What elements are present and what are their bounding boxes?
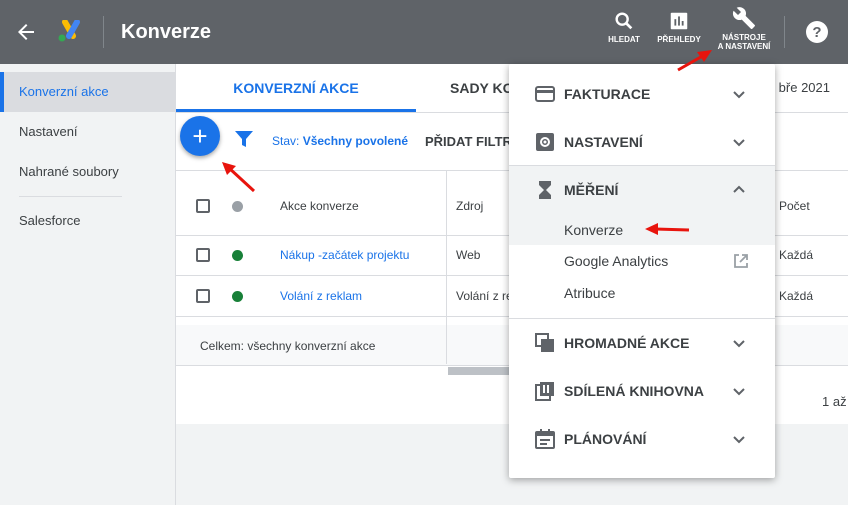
conversion-link[interactable]: Volání z reklam [280,289,362,303]
search-button[interactable]: HLEDAT [606,10,642,44]
hourglass-icon [539,181,551,199]
top-bar: Konverze HLEDAT PŘEHLEDY NÁSTROJE A NAST… [0,0,848,64]
page-title: Konverze [121,21,212,43]
toolbar-divider [784,16,785,48]
menu-bulk-actions-label: HROMADNÉ AKCE [564,335,690,351]
chevron-up-icon [733,185,745,193]
column-divider [446,170,447,364]
tab-conversion-actions[interactable]: KONVERZNÍ AKCE [176,64,416,112]
pagination-text: 1 až [822,394,847,409]
wrench-icon [732,7,755,29]
header-action[interactable]: Akce konverze [280,199,359,213]
bar-chart-icon [670,12,688,30]
search-icon [615,12,633,30]
header-count[interactable]: Počet [779,199,810,213]
add-filter-button[interactable]: PŘIDAT FILTR [425,134,512,149]
reports-button[interactable]: PŘEHLEDY [656,10,702,44]
help-icon[interactable]: ? [805,20,829,44]
count-cell: Každá [779,248,814,262]
sidebar-item-uploads[interactable]: Nahrané soubory [0,152,175,192]
filter-prefix: Stav: [272,134,303,148]
tools-settings-button[interactable]: NÁSTROJE A NASTAVENÍ [712,6,776,51]
header-divider [103,16,104,48]
menu-planning-label: PLÁNOVÁNÍ [564,431,647,447]
status-dot [232,291,243,302]
sidebar-item-salesforce[interactable]: Salesforce [0,201,175,241]
calendar-icon [535,429,555,449]
tab-conversion-sets[interactable]: SADY KO [450,64,514,112]
menu-billing-label: FAKTURACE [564,86,651,102]
menu-item-attribution[interactable]: Atribuce [564,285,615,301]
row-checkbox[interactable] [196,289,210,303]
menu-item-google-analytics[interactable]: Google Analytics [564,253,668,269]
tools-menu: FAKTURACE NASTAVENÍ MĚŘENÍ Konverze Goog… [509,64,775,478]
chevron-down-icon [733,91,745,99]
menu-billing[interactable]: FAKTURACE [509,70,775,118]
add-conversion-button[interactable]: + [180,116,220,156]
chevron-down-icon [733,139,745,147]
menu-item-conversions[interactable]: Konverze [564,222,623,238]
library-icon [535,382,554,401]
sidebar-divider [19,196,122,197]
sidebar: Konverzní akce Nastavení Nahrané soubory… [0,64,176,505]
status-header-dot [232,201,243,212]
tools-label-line1: NÁSTROJE [722,33,766,42]
chevron-down-icon [733,436,745,444]
date-range[interactable]: bře 2021 [779,80,830,95]
svg-text:?: ? [812,24,821,41]
back-arrow-icon[interactable] [14,20,38,44]
menu-measurement-label: MĚŘENÍ [564,182,619,198]
header-source[interactable]: Zdroj [456,199,483,213]
sidebar-item-settings[interactable]: Nastavení [0,112,175,152]
copy-icon [535,333,554,352]
menu-settings[interactable]: NASTAVENÍ [509,118,775,166]
menu-planning[interactable]: PLÁNOVÁNÍ [509,415,775,463]
menu-settings-label: NASTAVENÍ [564,134,643,150]
source-cell: Volání z re [456,289,513,303]
filter-icon[interactable] [234,130,254,148]
select-all-checkbox[interactable] [196,199,210,213]
search-label: HLEDAT [608,35,640,44]
menu-shared-library-label: SDÍLENÁ KNIHOVNA [564,383,705,399]
source-cell: Web [456,248,481,262]
conversion-link[interactable]: Nákup -začátek projektu [280,248,409,262]
total-label: Celkem: všechny konverzní akce [200,339,376,353]
count-cell: Každá [779,289,814,303]
settings-icon [536,133,554,151]
external-link-icon [734,254,748,268]
credit-card-icon [535,86,555,102]
status-dot [232,250,243,261]
reports-label: PŘEHLEDY [657,35,701,44]
tools-label-line2: A NASTAVENÍ [717,42,771,51]
filter-chip[interactable]: Stav: Všechny povolené [272,134,408,148]
sidebar-item-conversion-actions[interactable]: Konverzní akce [0,72,175,112]
chevron-down-icon [733,388,745,396]
filter-value: Všechny povolené [302,134,409,148]
menu-measurement[interactable]: MĚŘENÍ Konverze [509,166,775,245]
horizontal-scrollbar[interactable] [448,367,514,375]
chevron-down-icon [733,340,745,348]
menu-bulk-actions[interactable]: HROMADNÉ AKCE [509,319,775,367]
google-ads-logo-icon[interactable] [56,20,82,44]
row-checkbox[interactable] [196,248,210,262]
menu-shared-library[interactable]: SDÍLENÁ KNIHOVNA [509,367,775,415]
